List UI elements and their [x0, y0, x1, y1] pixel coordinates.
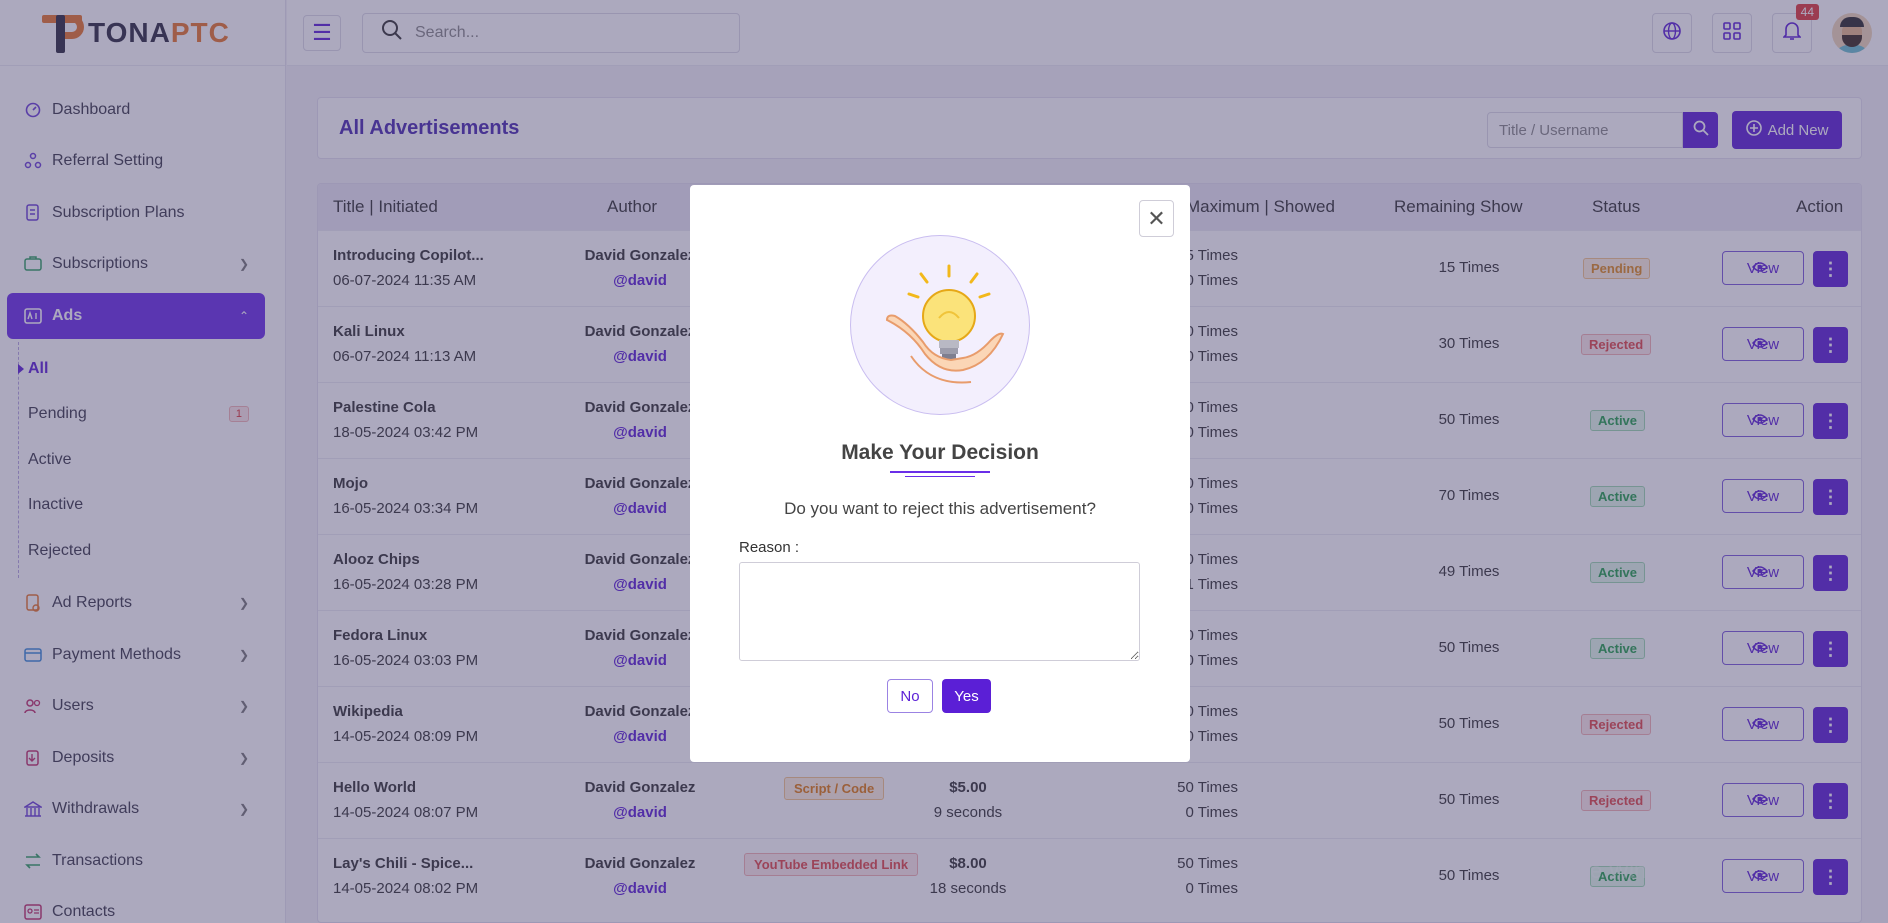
lightbulb-hand-icon	[885, 264, 1005, 384]
modal-title: Make Your Decision	[841, 441, 1039, 464]
yes-button[interactable]: Yes	[942, 679, 991, 713]
modal-question: Do you want to reject this advertisement…	[784, 499, 1096, 518]
title-underline	[905, 476, 975, 477]
close-button[interactable]: ✕	[1139, 200, 1174, 237]
title-underline	[890, 471, 990, 473]
reason-label: Reason :	[739, 539, 800, 556]
reject-decision-modal: ✕ Make Your Decision Do you want to reje…	[690, 185, 1190, 762]
close-icon: ✕	[1147, 205, 1166, 231]
no-button[interactable]: No	[887, 679, 933, 713]
reason-textarea[interactable]	[739, 562, 1140, 661]
lightbulb-illustration	[850, 235, 1030, 415]
